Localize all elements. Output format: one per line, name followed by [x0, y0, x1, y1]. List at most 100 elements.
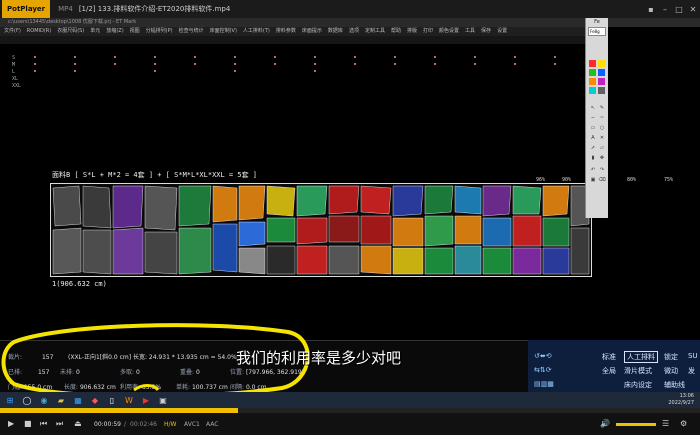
color-swatch-purple[interactable]	[598, 78, 605, 85]
global-button[interactable]: 全局	[602, 366, 616, 376]
et-taskbar-icon[interactable]: ▣	[156, 394, 170, 406]
pencil-tool-icon[interactable]: ✎	[598, 106, 606, 111]
color-swatch-blue[interactable]	[598, 69, 605, 76]
menu-item[interactable]: 床面提示	[302, 27, 322, 36]
menu-item[interactable]: 帮助	[391, 27, 401, 36]
menu-item[interactable]: 打印	[423, 27, 433, 36]
minimize-button[interactable]: –	[658, 5, 672, 14]
next-icon[interactable]: ⏭	[56, 419, 63, 429]
fill-tool-icon[interactable]: ▮	[589, 156, 597, 161]
select-tool-icon[interactable]: ↖	[589, 106, 597, 111]
line-tool-icon[interactable]: ─	[589, 116, 597, 121]
audio-tag: AAC	[206, 421, 219, 428]
rect-tool-icon[interactable]: ▭	[589, 126, 597, 131]
color-swatch-red[interactable]	[589, 60, 596, 67]
menu-item[interactable]: 文件(F)	[4, 27, 21, 36]
flip-icon[interactable]: ⇆⇅⟳	[534, 366, 552, 374]
rotate-icon[interactable]: ↺⬌⟲	[534, 352, 552, 360]
su-button[interactable]: SU	[688, 352, 698, 360]
text-tool-icon[interactable]: A	[589, 136, 597, 141]
document-icon[interactable]: ▯	[105, 394, 119, 406]
ellipse-tool-icon[interactable]: ○	[598, 126, 606, 131]
redo-icon[interactable]: ↷	[598, 168, 606, 173]
hw-tag: H/W	[164, 421, 177, 428]
size-label: XXL	[12, 83, 22, 89]
menu-item[interactable]: 分幅排列(P)	[146, 27, 173, 36]
size-label: S	[12, 55, 16, 61]
menu-item[interactable]: 数据库	[328, 27, 343, 36]
menu-item[interactable]: 单元	[90, 27, 100, 36]
menu-item[interactable]: 排版	[407, 27, 417, 36]
menu-item[interactable]: 工具	[465, 27, 475, 36]
color-swatch-yellow[interactable]	[598, 60, 605, 67]
color-swatch-gray[interactable]	[598, 87, 605, 94]
save-icon[interactable]: ▣	[589, 178, 597, 183]
menu-item[interactable]: 人工排料(T)	[243, 27, 270, 36]
palette-field[interactable]: Fe8g	[588, 27, 606, 36]
size-label: L	[12, 69, 16, 75]
menu-item[interactable]: 排料参数	[276, 27, 296, 36]
pin-icon[interactable]: ▪	[644, 5, 658, 14]
menu-item[interactable]: 选项	[349, 27, 359, 36]
volume-slider[interactable]	[616, 423, 656, 426]
color-swatch-orange[interactable]	[589, 78, 596, 85]
search-icon[interactable]: ◯	[20, 394, 34, 406]
wps-icon[interactable]: W	[122, 394, 136, 406]
app-icon[interactable]: ◆	[88, 394, 102, 406]
curve-tool-icon[interactable]: ~	[598, 116, 606, 121]
slide-mode-button[interactable]: 滑片模式	[624, 366, 652, 376]
stop-icon[interactable]: ■	[24, 419, 32, 428]
menu-item[interactable]: 颜色设置	[439, 27, 459, 36]
menu-item[interactable]: 保存	[481, 27, 491, 36]
system-clock[interactable]: 13:06 2022/9/27	[668, 393, 694, 407]
edge-icon[interactable]: ◉	[37, 394, 51, 406]
marker-layout[interactable]	[50, 183, 592, 277]
menu-item[interactable]: 检查与统计	[179, 27, 204, 36]
store-icon[interactable]: ▦	[71, 394, 85, 406]
polygon-tool-icon[interactable]: ▱	[598, 146, 606, 151]
folder-icon[interactable]: ▰	[54, 394, 68, 406]
menu-item[interactable]: 衣服尺码(S)	[57, 27, 84, 36]
player-title-bar: PotPlayer MP4 [1/2] 133.排料软件介绍-ET2020排料软…	[0, 0, 700, 18]
menu-item[interactable]: ROMID(R)	[27, 27, 51, 36]
undo-icon[interactable]: ↶	[589, 168, 597, 173]
menu-item[interactable]: 定制工具	[365, 27, 385, 36]
settings-icon[interactable]: ⚙	[680, 419, 687, 428]
start-icon[interactable]: ⊞	[3, 394, 17, 406]
standard-button[interactable]: 标准	[602, 352, 616, 362]
maximize-button[interactable]: □	[672, 5, 686, 14]
align-icon[interactable]: ▤▥▦	[534, 380, 554, 388]
move-tool-icon[interactable]: ✥	[598, 156, 606, 161]
potplayer-taskbar-icon[interactable]: ▶	[139, 394, 153, 406]
prev-icon[interactable]: ⏮	[40, 419, 47, 429]
color-swatch-green[interactable]	[589, 69, 596, 76]
bed-setting-button[interactable]: 床内设定	[624, 380, 652, 390]
volume-icon[interactable]: 🔊	[600, 419, 610, 428]
play-icon[interactable]: ▶	[8, 419, 14, 428]
menu-item[interactable]: 放缩(Z)	[106, 27, 123, 36]
clear-icon[interactable]: ⌫	[598, 178, 606, 183]
format-label: MP4	[58, 5, 73, 13]
menu-item[interactable]: 床面控制(V)	[210, 27, 237, 36]
guide-line-button[interactable]: 辅助线	[664, 380, 685, 390]
lock-button[interactable]: 锁定	[664, 352, 678, 362]
pct-label: 75%	[664, 177, 674, 183]
current-time: 00:00:59	[94, 421, 121, 428]
send-button[interactable]: 发	[688, 366, 695, 376]
potplayer-logo-button[interactable]: PotPlayer	[2, 0, 51, 18]
playlist-icon[interactable]: ☰	[662, 419, 669, 428]
arrow-tool-icon[interactable]: ➚	[589, 146, 597, 151]
close-button[interactable]: ✕	[686, 5, 700, 14]
menu-item[interactable]: 设置	[497, 27, 507, 36]
eject-icon[interactable]: ⏏	[74, 419, 82, 428]
palette-title: Fe	[594, 19, 600, 25]
menu-item[interactable]: 视图	[130, 27, 140, 36]
windows-taskbar: ⊞ ◯ ◉ ▰ ▦ ◆ ▯ W ▶ ▣ 13:06 2022/9/27	[0, 392, 700, 408]
size-label: XL	[12, 76, 19, 82]
tool-palette: Fe Fe8g ↖ ✎ ─ ~ ▭ ○ A ✕ ➚ ▱ ▮ ✥ ↶ ↷ ▣ ⌫	[585, 18, 608, 218]
erase-tool-icon[interactable]: ✕	[598, 136, 606, 141]
manual-layout-button[interactable]: 人工排料	[624, 351, 658, 363]
video-subtitle: 我们的利用率是多少对吧	[236, 349, 402, 367]
nudge-button[interactable]: 微动	[664, 366, 678, 376]
color-swatch-cyan[interactable]	[589, 87, 596, 94]
